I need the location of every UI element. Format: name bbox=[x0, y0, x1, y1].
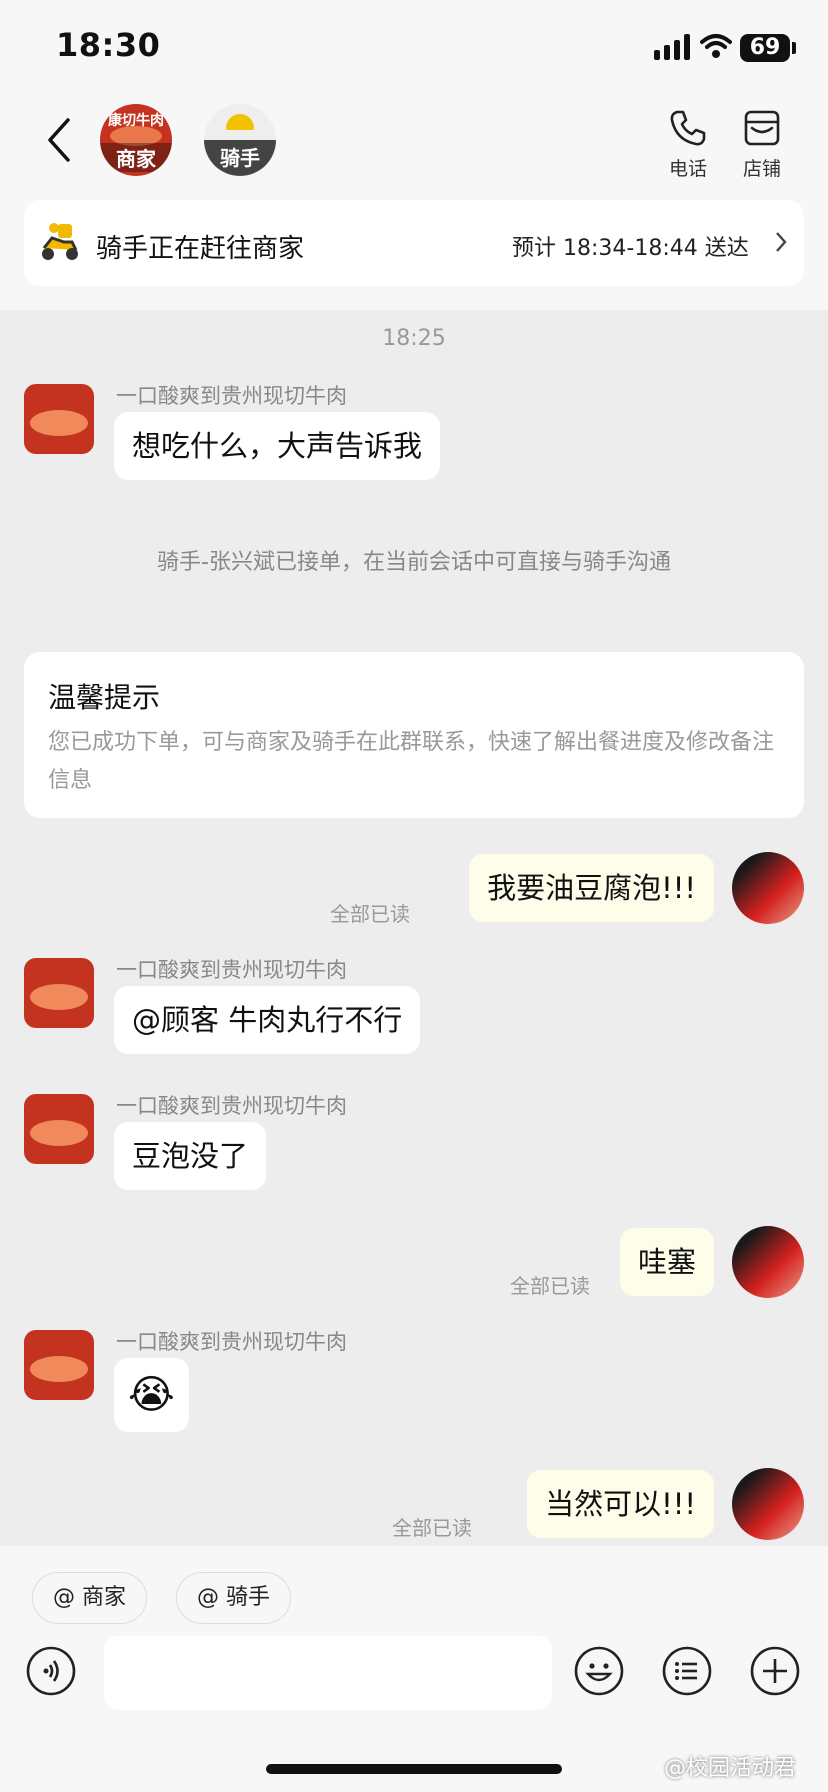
user-avatar[interactable] bbox=[732, 852, 804, 924]
sender-name: 一口酸爽到贵州现切牛肉 bbox=[116, 1094, 347, 1118]
menu-button[interactable] bbox=[662, 1646, 712, 1696]
phone-button[interactable]: 电话 bbox=[660, 108, 716, 181]
eta-text: 预计 18:34-18:44 送达 bbox=[512, 236, 749, 261]
rider-avatar[interactable]: 骑手 bbox=[204, 104, 276, 176]
store-label: 店铺 bbox=[742, 158, 781, 180]
emoji-message-bubble[interactable]: 😭 bbox=[114, 1358, 189, 1432]
phone-icon bbox=[670, 110, 706, 146]
tip-body: 您已成功下单，可与商家及骑手在此群联系，快速了解出餐进度及修改备注信息 bbox=[48, 730, 775, 793]
voice-button[interactable] bbox=[26, 1646, 76, 1696]
mention-merchant-chip[interactable]: @ 商家 bbox=[32, 1572, 147, 1624]
outgoing-message-bubble[interactable]: 当然可以!!! bbox=[527, 1470, 714, 1538]
sender-name: 一口酸爽到贵州现切牛肉 bbox=[116, 384, 347, 408]
store-icon bbox=[744, 110, 780, 146]
mention-rider-chip[interactable]: @ 骑手 bbox=[176, 1572, 291, 1624]
home-indicator bbox=[266, 1764, 562, 1774]
chat-timestamp: 18:25 bbox=[382, 326, 446, 351]
chevron-right-icon bbox=[774, 230, 788, 258]
user-avatar[interactable] bbox=[732, 1226, 804, 1298]
plus-icon bbox=[750, 1646, 800, 1696]
read-status: 全部已读 bbox=[510, 1274, 590, 1298]
store-button[interactable]: 店铺 bbox=[734, 108, 790, 181]
merchant-message-avatar[interactable] bbox=[24, 958, 94, 1028]
delivery-status-text: 骑手正在赶往商家 bbox=[96, 234, 305, 264]
status-time: 18:30 bbox=[56, 26, 161, 64]
read-status: 全部已读 bbox=[392, 1516, 472, 1540]
add-button[interactable] bbox=[750, 1646, 800, 1696]
crying-emoji-icon: 😭 bbox=[128, 1372, 175, 1418]
wifi-icon bbox=[700, 32, 732, 64]
outgoing-message-bubble[interactable]: 哇塞 bbox=[619, 1228, 714, 1296]
merchant-message-avatar[interactable] bbox=[24, 384, 94, 454]
delivery-status-card[interactable]: 骑手正在赶往商家 预计 18:34-18:44 送达 bbox=[24, 200, 804, 286]
tip-title: 温馨提示 bbox=[48, 681, 161, 714]
list-menu-icon bbox=[662, 1646, 712, 1696]
outgoing-message-bubble[interactable]: 我要油豆腐泡!!! bbox=[469, 854, 714, 922]
system-notice: 骑手-张兴斌已接单，在当前会话中可直接与骑手沟通 bbox=[157, 550, 671, 575]
battery-icon: 69 bbox=[740, 34, 790, 62]
emoji-button[interactable] bbox=[574, 1646, 624, 1696]
message-bubble[interactable]: 想吃什么，大声告诉我 bbox=[114, 412, 441, 480]
voice-icon bbox=[26, 1646, 76, 1696]
merchant-message-avatar[interactable] bbox=[24, 1330, 94, 1400]
message-bubble[interactable]: @顾客 牛肉丸行不行 bbox=[114, 986, 421, 1054]
user-avatar[interactable] bbox=[732, 1468, 804, 1540]
sender-name: 一口酸爽到贵州现切牛肉 bbox=[116, 958, 347, 982]
sender-name: 一口酸爽到贵州现切牛肉 bbox=[116, 1330, 347, 1354]
merchant-tag: 商家 bbox=[100, 143, 172, 172]
message-bubble[interactable]: 豆泡没了 bbox=[114, 1122, 267, 1190]
battery-tip bbox=[792, 42, 796, 54]
tip-card: 温馨提示 您已成功下单，可与商家及骑手在此群联系，快速了解出餐进度及修改备注信息 bbox=[24, 652, 804, 818]
scooter-icon bbox=[38, 220, 82, 268]
signal-icon bbox=[654, 34, 698, 60]
back-button[interactable] bbox=[44, 116, 84, 166]
watermark-text: @校园活动君 bbox=[664, 1756, 797, 1781]
message-input[interactable] bbox=[104, 1636, 552, 1710]
phone-label: 电话 bbox=[668, 158, 707, 180]
merchant-message-avatar[interactable] bbox=[24, 1094, 94, 1164]
smiley-icon bbox=[574, 1646, 624, 1696]
merchant-avatar[interactable]: 康切牛肉 商家 bbox=[100, 104, 172, 176]
rider-tag: 骑手 bbox=[204, 140, 276, 176]
read-status: 全部已读 bbox=[330, 902, 410, 926]
chevron-left-icon bbox=[48, 118, 70, 162]
